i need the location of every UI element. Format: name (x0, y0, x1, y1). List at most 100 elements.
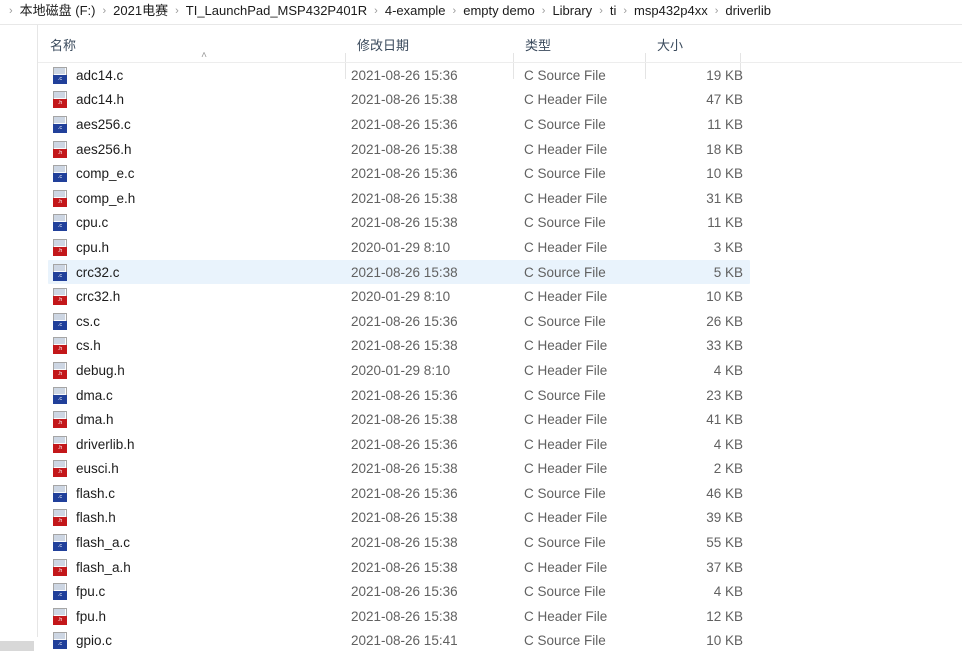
file-name-cell[interactable]: .c dma.c (52, 383, 352, 408)
file-type-cell: C Header File (524, 190, 608, 206)
navigation-pane (0, 25, 37, 655)
file-name-cell[interactable]: .c cpu.c (52, 211, 352, 236)
file-row[interactable]: .h comp_e.h 2021-08-26 15:38 C Header File 3… (38, 186, 962, 211)
file-size-cell: 18 KB (706, 141, 743, 157)
breadcrumb-item[interactable]: 本地磁盘 (F:) (18, 0, 98, 23)
file-row[interactable]: .h dma.h 2021-08-26 15:38 C Header File 41 K… (38, 407, 962, 432)
column-header-name[interactable]: 名称 (38, 25, 345, 63)
c-header-file-icon: .h (52, 509, 69, 527)
column-header-date[interactable]: 修改日期 (345, 25, 513, 63)
file-row[interactable]: .c adc14.c 2021-08-26 15:36 C Source File 19… (38, 63, 962, 88)
file-date-cell: 2020-01-29 8:10 (351, 289, 451, 305)
column-header-type[interactable]: 类型 (513, 25, 645, 63)
file-size-cell: 5 KB (713, 264, 743, 280)
c-header-file-icon: .h (52, 337, 69, 355)
file-row[interactable]: .c crc32.c 2021-08-26 15:38 C Source File 5 … (38, 259, 962, 285)
file-date-cell: 2021-08-26 15:38 (351, 215, 458, 231)
file-date-cell: 2021-08-26 15:36 (351, 67, 458, 83)
file-size-cell: 39 KB (706, 510, 743, 526)
file-name-cell[interactable]: .c comp_e.c (52, 161, 352, 186)
file-type-cell: C Header File (524, 289, 608, 305)
file-date-cell: 2020-01-29 8:10 (351, 239, 451, 255)
breadcrumb-item[interactable]: TI_LaunchPad_MSP432P401R (184, 0, 369, 23)
file-name-cell[interactable]: .h cs.h (52, 334, 352, 359)
file-name-cell[interactable]: .h debug.h (52, 358, 352, 383)
file-row[interactable]: .h cs.h 2021-08-26 15:38 C Header File 33 KB (38, 334, 962, 359)
file-size-cell: 4 KB (713, 362, 743, 378)
file-name-cell[interactable]: .h crc32.h (52, 284, 352, 309)
file-size-cell: 4 KB (713, 436, 743, 452)
file-name-label: dma.c (76, 387, 113, 403)
file-row[interactable]: .c fpu.c 2021-08-26 15:36 C Source File 4 KB (38, 579, 962, 604)
file-row[interactable]: .c cs.c 2021-08-26 15:36 C Source File 26 KB (38, 309, 962, 334)
file-row[interactable]: .h eusci.h 2021-08-26 15:38 C Header File 2 … (38, 457, 962, 482)
file-date-cell: 2021-08-26 15:36 (351, 387, 458, 403)
file-row[interactable]: .h cpu.h 2020-01-29 8:10 C Header File 3 KB (38, 235, 962, 260)
file-date-cell: 2021-08-26 15:41 (351, 633, 458, 649)
file-name-label: gpio.c (76, 633, 113, 649)
c-source-file-icon: .c (52, 66, 69, 84)
column-header-type-label: 类型 (525, 37, 552, 53)
file-name-cell[interactable]: .c gpio.c (52, 629, 352, 654)
column-header-size[interactable]: 大小 (645, 25, 740, 63)
file-name-cell[interactable]: .h driverlib.h (52, 432, 352, 457)
breadcrumb[interactable]: › 本地磁盘 (F:) › 2021电赛 › TI_LaunchPad_MSP432P40… (0, 0, 962, 22)
file-row[interactable]: .c gpio.c 2021-08-26 15:41 C Source File 10 … (38, 629, 962, 654)
file-type-cell: C Source File (524, 535, 606, 551)
breadcrumb-item[interactable]: 2021电赛 (111, 0, 170, 23)
file-row[interactable]: .c cpu.c 2021-08-26 15:38 C Source File 11 K… (38, 211, 962, 236)
breadcrumb-separator: › (452, 5, 457, 17)
horizontal-scrollbar-thumb[interactable] (0, 641, 34, 651)
breadcrumb-separator: › (541, 5, 546, 17)
file-name-cell[interactable]: .c flash.c (52, 481, 352, 506)
file-size-cell: 37 KB (706, 559, 743, 575)
file-row[interactable]: .h debug.h 2020-01-29 8:10 C Header File 4 K… (38, 358, 962, 383)
file-name-cell[interactable]: .h flash.h (52, 506, 352, 531)
file-row[interactable]: .c aes256.c 2021-08-26 15:36 C Source File 1… (38, 112, 962, 137)
file-name-cell[interactable]: .c crc32.c (52, 260, 352, 285)
file-row[interactable]: .h crc32.h 2020-01-29 8:10 C Header File 10 … (38, 284, 962, 309)
file-row[interactable]: .c dma.c 2021-08-26 15:36 C Source File 23 K… (38, 383, 962, 408)
file-name-cell[interactable]: .h cpu.h (52, 235, 352, 260)
file-name-cell[interactable]: .h dma.h (52, 407, 352, 432)
file-name-cell[interactable]: .h comp_e.h (52, 186, 352, 211)
file-type-cell: C Source File (524, 67, 606, 83)
c-source-file-icon: .c (52, 165, 69, 183)
file-name-cell[interactable]: .c fpu.c (52, 579, 352, 604)
file-type-cell: C Source File (524, 215, 606, 231)
breadcrumb-item[interactable]: msp432p4xx (632, 0, 710, 23)
file-list[interactable]: .c adc14.c 2021-08-26 15:36 C Source File 19… (38, 63, 962, 655)
file-row[interactable]: .c comp_e.c 2021-08-26 15:36 C Source File 1… (38, 161, 962, 186)
file-row[interactable]: .h fpu.h 2021-08-26 15:38 C Header File 12 K… (38, 604, 962, 629)
file-name-cell[interactable]: .h aes256.h (52, 137, 352, 162)
file-date-cell: 2021-08-26 15:38 (351, 510, 458, 526)
column-header-size-label: 大小 (657, 37, 684, 53)
file-type-cell: C Header File (524, 436, 608, 452)
file-name-cell[interactable]: .h adc14.h (52, 88, 352, 113)
file-row[interactable]: .c flash_a.c 2021-08-26 15:38 C Source File… (38, 530, 962, 555)
file-name-cell[interactable]: .c flash_a.c (52, 530, 352, 555)
file-row[interactable]: .h flash_a.h 2021-08-26 15:38 C Header File… (38, 555, 962, 580)
file-name-label: crc32.c (76, 264, 120, 280)
file-name-cell[interactable]: .c adc14.c (52, 63, 352, 88)
breadcrumb-separator: › (623, 5, 628, 17)
breadcrumb-item[interactable]: driverlib (723, 0, 773, 23)
c-source-file-icon: .c (52, 534, 69, 552)
file-row[interactable]: .h aes256.h 2021-08-26 15:38 C Header File 1… (38, 137, 962, 162)
file-row[interactable]: .h adc14.h 2021-08-26 15:38 C Header File 47… (38, 88, 962, 113)
file-size-cell: 26 KB (706, 313, 743, 329)
file-name-cell[interactable]: .c aes256.c (52, 112, 352, 137)
file-row[interactable]: .c flash.c 2021-08-26 15:36 C Source File 46… (38, 481, 962, 506)
breadcrumb-separator: › (102, 5, 107, 17)
file-name-cell[interactable]: .c cs.c (52, 309, 352, 334)
breadcrumb-item[interactable]: empty demo (461, 0, 537, 23)
file-name-cell[interactable]: .h flash_a.h (52, 555, 352, 580)
file-name-cell[interactable]: .h eusci.h (52, 457, 352, 482)
file-size-cell: 55 KB (706, 535, 743, 551)
file-row[interactable]: .h driverlib.h 2021-08-26 15:36 C Header Fi… (38, 432, 962, 457)
breadcrumb-item[interactable]: 4-example (383, 0, 448, 23)
breadcrumb-item[interactable]: ti (608, 0, 619, 23)
breadcrumb-item[interactable]: Library (550, 0, 594, 23)
file-name-cell[interactable]: .h fpu.h (52, 604, 352, 629)
file-row[interactable]: .h flash.h 2021-08-26 15:38 C Header File 39… (38, 506, 962, 531)
